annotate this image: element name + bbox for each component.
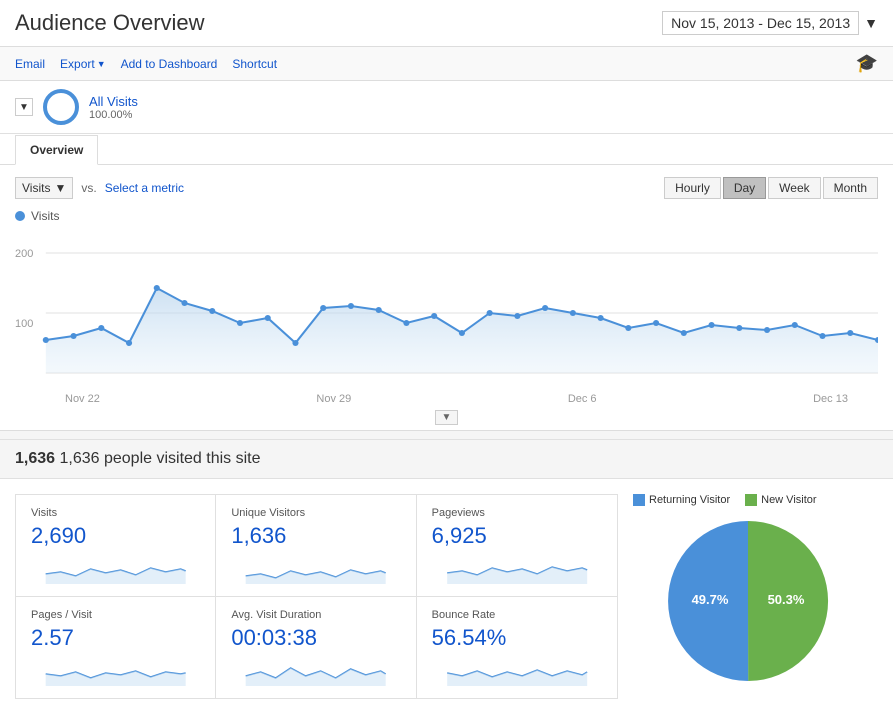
segment-circle-icon bbox=[43, 89, 79, 125]
x-label-nov29: Nov 29 bbox=[316, 393, 351, 405]
header: Audience Overview Nov 15, 2013 - Dec 15,… bbox=[0, 0, 893, 47]
stat-visits-sparkline bbox=[31, 554, 200, 584]
y-label-100: 100 bbox=[15, 318, 33, 330]
stat-pages-visit-label: Pages / Visit bbox=[31, 609, 200, 621]
metric-select: Visits ▼ vs. Select a metric bbox=[15, 177, 184, 199]
date-range[interactable]: Nov 15, 2013 - Dec 15, 2013 bbox=[662, 11, 859, 35]
graduation-icon: 🎓 bbox=[856, 53, 878, 73]
svg-text:49.7%: 49.7% bbox=[692, 592, 729, 607]
export-dropdown-icon: ▼ bbox=[97, 59, 106, 69]
stat-bounce-rate-sparkline bbox=[432, 656, 602, 686]
time-buttons: Hourly Day Week Month bbox=[664, 177, 878, 199]
toolbar: Email Export ▼ Add to Dashboard Shortcut… bbox=[0, 47, 893, 81]
add-to-dashboard-link[interactable]: Add to Dashboard bbox=[121, 57, 218, 71]
stat-pageviews-label: Pageviews bbox=[432, 507, 602, 519]
stat-visits-value[interactable]: 2,690 bbox=[31, 523, 200, 549]
date-dropdown-icon[interactable]: ▼ bbox=[864, 15, 878, 31]
returning-legend-box bbox=[633, 494, 645, 506]
chart-area: Visits ▼ vs. Select a metric Hourly Day … bbox=[0, 165, 893, 431]
visits-legend-label: Visits bbox=[31, 209, 59, 223]
shortcut-link[interactable]: Shortcut bbox=[232, 57, 277, 71]
chart-legend: Visits bbox=[15, 209, 878, 223]
chart-container: 200 100 bbox=[15, 228, 878, 388]
pie-section: Returning Visitor New Visitor bbox=[618, 494, 878, 699]
returning-legend: Returning Visitor bbox=[633, 494, 730, 506]
export-link[interactable]: Export ▼ bbox=[60, 57, 106, 71]
stat-pageviews: Pageviews 6,925 bbox=[417, 495, 617, 597]
overview-tabs: Overview bbox=[0, 134, 893, 165]
scroll-down-button[interactable]: ▼ bbox=[435, 410, 459, 425]
stat-avg-duration: Avg. Visit Duration 00:03:38 bbox=[216, 597, 416, 698]
visits-legend-dot bbox=[15, 211, 25, 221]
x-label-dec13: Dec 13 bbox=[813, 393, 848, 405]
segment-row: ▼ All Visits 100.00% bbox=[0, 81, 893, 134]
select-metric-link[interactable]: Select a metric bbox=[105, 181, 184, 195]
metric-label: Visits bbox=[22, 181, 50, 195]
pie-container: 49.7% 50.3% bbox=[633, 516, 863, 686]
segment-info: All Visits 100.00% bbox=[89, 94, 138, 121]
pie-legend: Returning Visitor New Visitor bbox=[633, 494, 863, 506]
new-legend-box bbox=[745, 494, 757, 506]
stat-bounce-rate-value[interactable]: 56.54% bbox=[432, 625, 602, 651]
chart-controls: Visits ▼ vs. Select a metric Hourly Day … bbox=[15, 177, 878, 199]
segment-percentage: 100.00% bbox=[89, 109, 138, 121]
stat-pageviews-value[interactable]: 6,925 bbox=[432, 523, 602, 549]
stat-pages-visit-sparkline bbox=[31, 656, 200, 686]
stat-pages-visit-value[interactable]: 2.57 bbox=[31, 625, 200, 651]
chart-svg bbox=[15, 228, 878, 388]
stat-pages-visit: Pages / Visit 2.57 bbox=[16, 597, 216, 698]
vs-text: vs. bbox=[81, 181, 96, 195]
segment-name[interactable]: All Visits bbox=[89, 94, 138, 109]
stat-unique-visitors-sparkline bbox=[231, 554, 400, 584]
stats-header: 1,636 1,636 people visited this site bbox=[0, 439, 893, 479]
new-legend: New Visitor bbox=[745, 494, 816, 506]
stat-bounce-rate-label: Bounce Rate bbox=[432, 609, 602, 621]
svg-text:50.3%: 50.3% bbox=[768, 592, 805, 607]
pie-chart-svg: 49.7% 50.3% bbox=[648, 516, 848, 686]
returning-legend-label: Returning Visitor bbox=[649, 494, 730, 506]
stat-visits: Visits 2,690 bbox=[16, 495, 216, 597]
stat-visits-label: Visits bbox=[31, 507, 200, 519]
stat-avg-duration-sparkline bbox=[231, 656, 400, 686]
new-legend-label: New Visitor bbox=[761, 494, 816, 506]
stats-summary: 1,636 1,636 people visited this site bbox=[15, 450, 878, 468]
tab-overview[interactable]: Overview bbox=[15, 135, 98, 165]
page-title: Audience Overview bbox=[15, 10, 205, 36]
stats-metrics: Visits 2,690 Unique Visitors 1,636 bbox=[15, 494, 618, 699]
stat-unique-visitors: Unique Visitors 1,636 bbox=[216, 495, 416, 597]
stats-grid: Visits 2,690 Unique Visitors 1,636 bbox=[0, 479, 893, 714]
time-btn-month[interactable]: Month bbox=[823, 177, 878, 199]
stat-unique-visitors-value[interactable]: 1,636 bbox=[231, 523, 400, 549]
stats-section: 1,636 1,636 people visited this site Vis… bbox=[0, 439, 893, 714]
x-label-nov22: Nov 22 bbox=[65, 393, 100, 405]
stat-avg-duration-label: Avg. Visit Duration bbox=[231, 609, 400, 621]
segment-toggle[interactable]: ▼ bbox=[15, 98, 33, 116]
email-link[interactable]: Email bbox=[15, 57, 45, 71]
stat-bounce-rate: Bounce Rate 56.54% bbox=[417, 597, 617, 698]
metric-dropdown-icon: ▼ bbox=[54, 181, 66, 195]
date-range-container: Nov 15, 2013 - Dec 15, 2013 ▼ bbox=[662, 11, 878, 35]
stat-pageviews-sparkline bbox=[432, 554, 602, 584]
metric-dropdown[interactable]: Visits ▼ bbox=[15, 177, 73, 199]
time-btn-day[interactable]: Day bbox=[723, 177, 766, 199]
stat-avg-duration-value[interactable]: 00:03:38 bbox=[231, 625, 400, 651]
time-btn-week[interactable]: Week bbox=[768, 177, 820, 199]
x-label-dec6: Dec 6 bbox=[568, 393, 597, 405]
time-btn-hourly[interactable]: Hourly bbox=[664, 177, 721, 199]
scroll-indicator: ▼ bbox=[15, 405, 878, 430]
stat-unique-visitors-label: Unique Visitors bbox=[231, 507, 400, 519]
y-label-200: 200 bbox=[15, 248, 33, 260]
